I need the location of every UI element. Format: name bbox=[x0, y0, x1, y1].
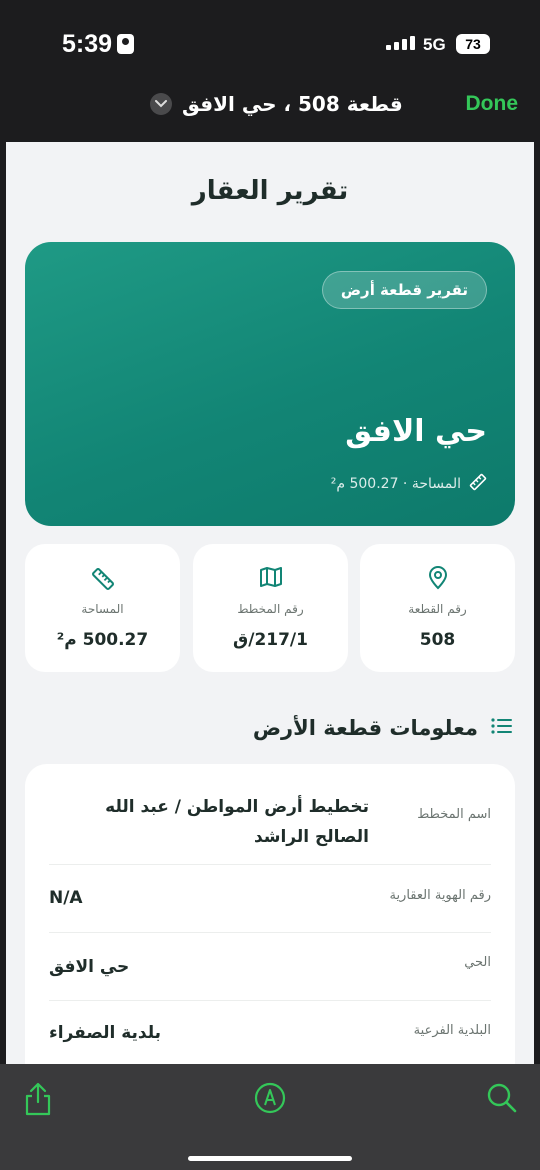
ruler-icon bbox=[469, 473, 487, 495]
stat-value: 217/1/ق bbox=[233, 630, 308, 650]
info-value: حي الافق bbox=[49, 957, 130, 977]
section-title: معلومات قطعة الأرض bbox=[252, 716, 478, 740]
info-value: N/A bbox=[49, 888, 83, 908]
network-label: 5G bbox=[423, 35, 446, 54]
info-row: اسم المخطط تخطيط أرض المواطن / عبد الله … bbox=[49, 764, 491, 865]
hero-area-text: المساحة · 500.27 م² bbox=[330, 476, 461, 492]
info-value: بلدية الصفراء bbox=[49, 1023, 162, 1043]
stat-label: رقم القطعة bbox=[408, 602, 467, 616]
info-row: الحي حي الافق bbox=[49, 933, 491, 1001]
report-page[interactable]: تقرير العقار تقرير قطعة أرض حي الافق الم… bbox=[6, 142, 534, 1064]
share-icon[interactable] bbox=[22, 1082, 54, 1120]
report-type-badge: تقرير قطعة أرض bbox=[321, 271, 487, 309]
list-icon bbox=[490, 716, 512, 740]
stat-value: 500.27 م² bbox=[56, 630, 149, 650]
status-bar: 5:39 5G 73 bbox=[0, 0, 540, 82]
document-title: قطعة 508 ، حي الافق bbox=[182, 92, 403, 116]
search-icon[interactable] bbox=[486, 1082, 518, 1118]
info-label: البلدية الفرعية bbox=[413, 1023, 491, 1038]
status-time: 5:39 bbox=[62, 30, 113, 58]
stat-cards: رقم القطعة 508 رقم المخطط 217/1/ق المساح… bbox=[25, 544, 515, 672]
page-title: تقرير العقار bbox=[191, 176, 349, 206]
signal-icon bbox=[386, 36, 415, 50]
info-label: اسم المخطط bbox=[417, 807, 491, 822]
location-pin-icon bbox=[360, 566, 515, 590]
battery-icon: 73 bbox=[456, 34, 490, 54]
document-title-menu[interactable]: قطعة 508 ، حي الافق bbox=[150, 92, 403, 116]
markup-icon[interactable] bbox=[254, 1082, 286, 1118]
done-button[interactable]: Done bbox=[466, 92, 519, 116]
info-row: رقم الهوية العقارية N/A bbox=[49, 865, 491, 933]
stat-value: 508 bbox=[419, 630, 456, 650]
stat-label: رقم المخطط bbox=[237, 602, 304, 616]
info-label: الحي bbox=[464, 955, 491, 970]
hero-card: تقرير قطعة أرض حي الافق المساحة · 500.27… bbox=[25, 242, 515, 526]
stat-card-plot-number: رقم القطعة 508 bbox=[360, 544, 515, 672]
home-indicator bbox=[188, 1156, 352, 1161]
hero-area: المساحة · 500.27 م² bbox=[331, 473, 487, 495]
stat-card-area: المساحة 500.27 م² bbox=[25, 544, 180, 672]
info-label: رقم الهوية العقارية bbox=[389, 888, 491, 903]
stat-label: المساحة bbox=[81, 602, 124, 616]
info-row: البلدية الفرعية بلدية الصفراء bbox=[49, 1001, 491, 1064]
ruler-icon bbox=[25, 566, 180, 592]
nav-bar: قطعة 508 ، حي الافق Done bbox=[0, 82, 540, 142]
map-icon bbox=[193, 566, 348, 588]
land-info-card: اسم المخطط تخطيط أرض المواطن / عبد الله … bbox=[25, 764, 515, 1064]
district-name: حي الافق bbox=[345, 414, 487, 449]
info-value: تخطيط أرض المواطن / عبد الله الصالح الرا… bbox=[105, 797, 369, 847]
section-header: معلومات قطعة الأرض bbox=[253, 716, 512, 740]
contact-badge-icon bbox=[117, 34, 134, 54]
chevron-down-icon[interactable] bbox=[150, 93, 172, 115]
bottom-toolbar bbox=[0, 1064, 540, 1170]
stat-card-plan-number: رقم المخطط 217/1/ق bbox=[193, 544, 348, 672]
